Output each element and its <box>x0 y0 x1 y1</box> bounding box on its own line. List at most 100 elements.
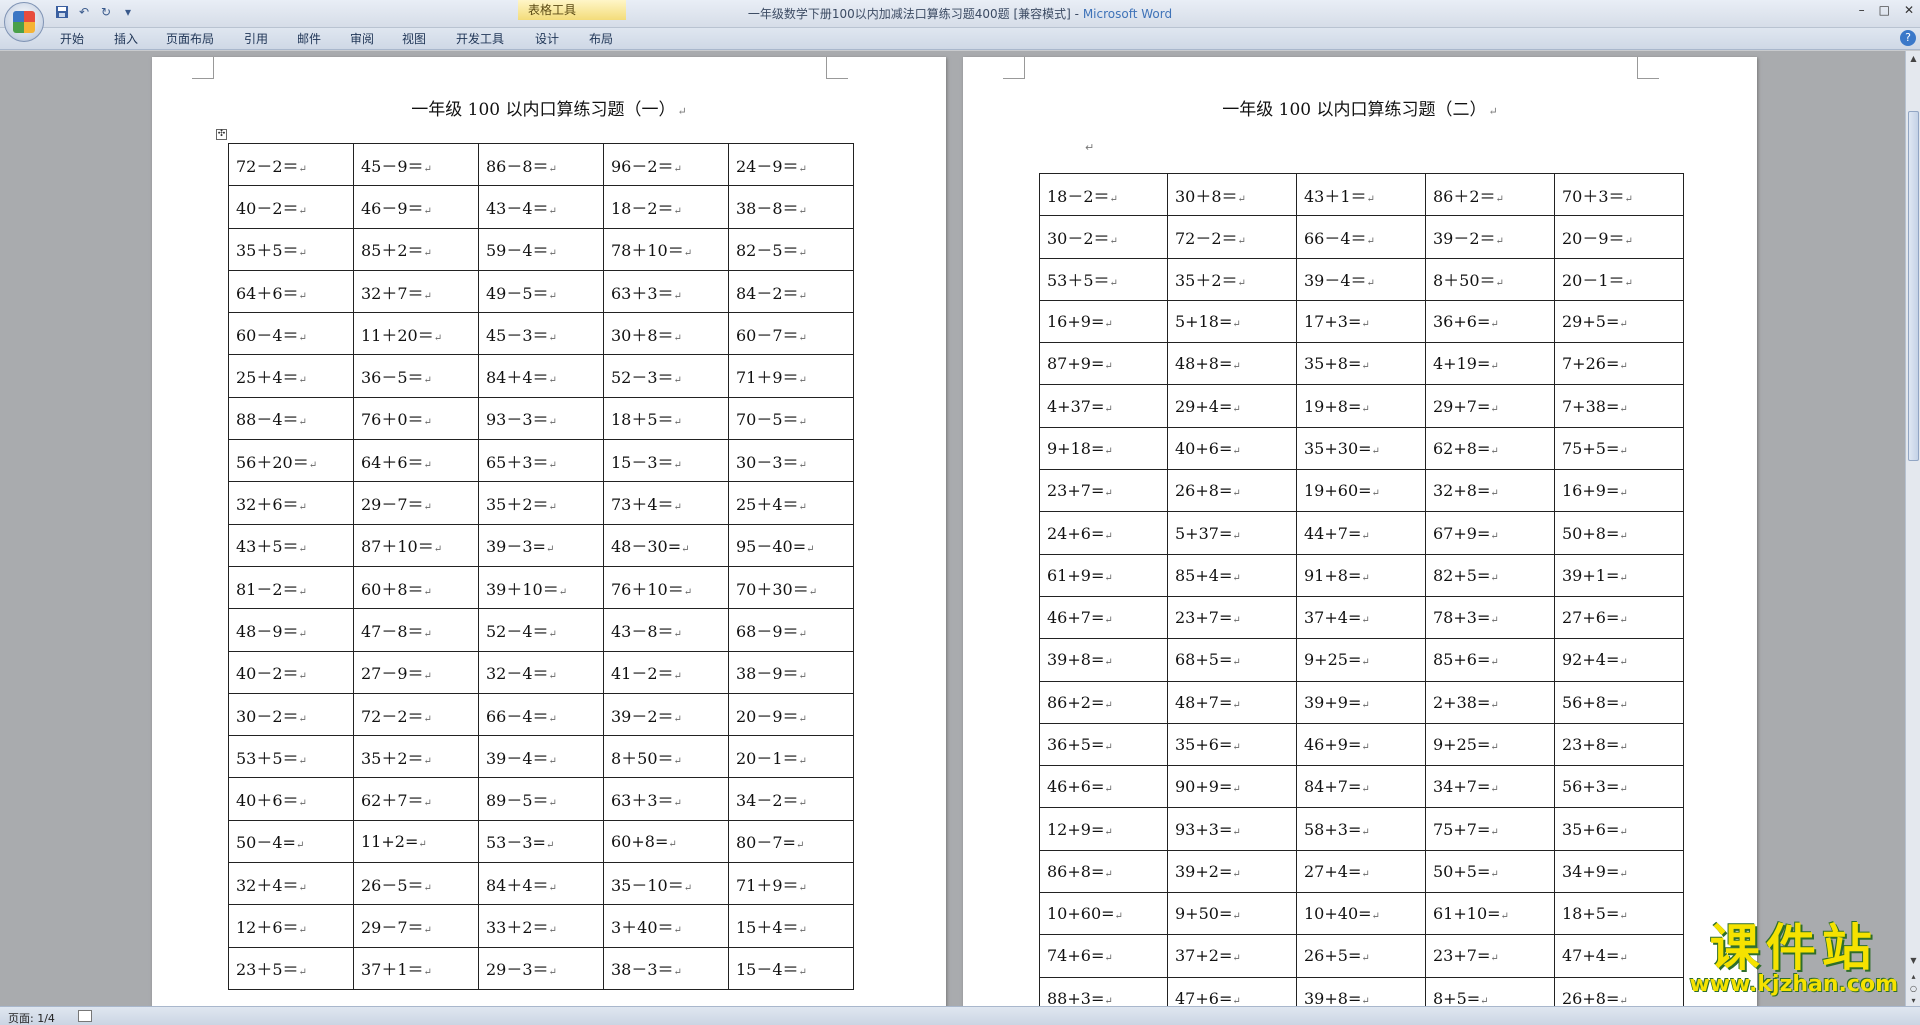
table-cell[interactable]: 29－7＝↵ <box>353 904 479 948</box>
table-cell[interactable]: 86＋2＝↵ <box>1425 172 1555 217</box>
table-cell[interactable]: 66－4＝↵ <box>1296 215 1426 259</box>
office-button[interactable] <box>4 2 44 42</box>
tab-design[interactable]: 设计 <box>535 30 559 48</box>
table-cell[interactable]: 23+7=↵ <box>1425 934 1555 978</box>
table-cell[interactable]: 52－3＝↵ <box>603 354 729 398</box>
table-cell[interactable]: 37+2=↵ <box>1167 934 1297 978</box>
table-cell[interactable]: 56＋20＝↵ <box>228 439 354 483</box>
table-cell[interactable]: 4+37=↵ <box>1039 384 1168 428</box>
table-cell[interactable]: 86+8=↵ <box>1039 849 1168 894</box>
browse-object-icon[interactable]: ○ <box>1908 983 1919 994</box>
table-cell[interactable]: 35+30=↵ <box>1296 426 1426 471</box>
table-cell[interactable]: 33＋2＝↵ <box>478 904 604 948</box>
tab-home[interactable]: 开始 <box>60 30 84 48</box>
table-cell[interactable]: 29+4=↵ <box>1167 384 1297 428</box>
table-cell[interactable]: 8+5=↵ <box>1425 976 1555 1006</box>
table-cell[interactable]: 48－30=↵ <box>603 523 729 567</box>
table-cell[interactable]: 39+8=↵ <box>1296 976 1426 1006</box>
table-cell[interactable]: 45－9＝↵ <box>353 142 479 187</box>
table-cell[interactable]: 84＋4＝↵ <box>478 354 604 398</box>
table-cell[interactable]: 27+4=↵ <box>1296 849 1426 894</box>
table-cell[interactable]: 37+4=↵ <box>1296 595 1426 640</box>
table-cell[interactable]: 65＋3＝↵ <box>478 439 604 483</box>
table-cell[interactable]: 47+6=↵ <box>1167 976 1297 1006</box>
table-cell[interactable]: 27+6=↵ <box>1554 595 1684 640</box>
table-cell[interactable]: 85＋2＝↵ <box>353 227 479 271</box>
tab-mailings[interactable]: 邮件 <box>297 30 321 48</box>
table-cell[interactable]: 48+8=↵ <box>1167 342 1297 386</box>
table-cell[interactable]: 12+9=↵ <box>1039 807 1168 851</box>
table-cell[interactable]: 84＋4＝↵ <box>478 862 604 906</box>
tab-view[interactable]: 视图 <box>402 30 426 48</box>
table-cell[interactable]: 56+3=↵ <box>1554 765 1684 809</box>
document-area[interactable]: 一年级 100 以内口算练习题（一） ↵ ✣ 72－2＝↵ 45－9＝↵ 86－8＝↵… <box>0 51 1905 1006</box>
table-cell[interactable]: 38－8＝↵ <box>728 185 854 229</box>
table-cell[interactable]: 53－3=↵ <box>478 819 604 864</box>
table-cell[interactable]: 43－8＝↵ <box>603 608 729 652</box>
table-cell[interactable]: 40+6=↵ <box>1167 426 1297 471</box>
table-cell[interactable]: 43＋1＝↵ <box>1296 172 1426 217</box>
table-cell[interactable]: 72－2＝↵ <box>1167 215 1297 259</box>
table-cell[interactable]: 45－3＝↵ <box>478 312 604 356</box>
table-cell[interactable]: 39+8=↵ <box>1039 638 1168 682</box>
table-cell[interactable]: 29+7=↵ <box>1425 384 1555 428</box>
table-cell[interactable]: 35＋2＝↵ <box>478 481 604 525</box>
table-cell[interactable]: 39+9=↵ <box>1296 680 1426 724</box>
table-cell[interactable]: 39＋10＝↵ <box>478 565 604 610</box>
table-cell[interactable]: 24－9＝↵ <box>728 142 854 187</box>
table-cell[interactable]: 36－5＝↵ <box>353 354 479 398</box>
table-cell[interactable]: 40＋6＝↵ <box>228 777 354 821</box>
table-cell[interactable]: 32+8=↵ <box>1425 469 1555 513</box>
table-cell[interactable]: 4+19=↵ <box>1425 342 1555 386</box>
table-cell[interactable]: 66－4＝↵ <box>478 692 604 737</box>
scroll-down-icon[interactable]: ▼ <box>1908 955 1919 966</box>
table-cell[interactable]: 81－2＝↵ <box>228 565 354 610</box>
table-cell[interactable]: 52－4＝↵ <box>478 608 604 652</box>
table-cell[interactable]: 43＋5＝↵ <box>228 523 354 567</box>
table-cell[interactable]: 29－7＝↵ <box>353 481 479 525</box>
table-cell[interactable]: 72－2＝↵ <box>353 692 479 737</box>
table-cell[interactable]: 3＋40＝↵ <box>603 904 729 948</box>
table-cell[interactable]: 78＋10＝↵ <box>603 227 729 271</box>
table-cell[interactable]: 60－4＝↵ <box>228 312 354 356</box>
table-cell[interactable]: 75+7=↵ <box>1425 807 1555 851</box>
table-cell[interactable]: 40－2＝↵ <box>228 650 354 694</box>
table-cell[interactable]: 39－2＝↵ <box>603 692 729 737</box>
table-cell[interactable]: 39－2＝↵ <box>1425 215 1555 259</box>
table-cell[interactable]: 86+2=↵ <box>1039 680 1168 724</box>
vertical-scrollbar[interactable]: ▲ ▼ ▴ ○ ▾ <box>1905 51 1920 1006</box>
table-cell[interactable]: 93+3=↵ <box>1167 807 1297 851</box>
table-cell[interactable]: 39－4＝↵ <box>478 735 604 779</box>
table-cell[interactable]: 38－9＝↵ <box>728 650 854 694</box>
table-cell[interactable]: 48－9＝↵ <box>228 608 354 652</box>
table-cell[interactable]: 37＋1＝↵ <box>353 946 479 990</box>
table-cell[interactable]: 30＋8＝↵ <box>603 312 729 356</box>
table-cell[interactable]: 46+9=↵ <box>1296 722 1426 767</box>
table-cell[interactable]: 23+8=↵ <box>1554 722 1684 767</box>
table-cell[interactable]: 46+6=↵ <box>1039 765 1168 809</box>
table-cell[interactable]: 82+5=↵ <box>1425 553 1555 597</box>
table-cell[interactable]: 46－9＝↵ <box>353 185 479 229</box>
previous-page-icon[interactable]: ▴ <box>1908 971 1919 982</box>
table-cell[interactable]: 60+8=↵ <box>603 819 729 864</box>
table-cell[interactable]: 29－3＝↵ <box>478 946 604 990</box>
table-cell[interactable]: 29+5=↵ <box>1554 299 1684 344</box>
tab-review[interactable]: 审阅 <box>350 30 374 48</box>
table-cell[interactable]: 25＋4＝↵ <box>228 354 354 398</box>
tab-layout[interactable]: 布局 <box>589 30 613 48</box>
table-cell[interactable]: 75+5=↵ <box>1554 426 1684 471</box>
table-cell[interactable]: 34+7=↵ <box>1425 765 1555 809</box>
table-cell[interactable]: 56+8=↵ <box>1554 680 1684 724</box>
table-cell[interactable]: 70＋30＝↵ <box>728 565 854 610</box>
table-cell[interactable]: 15－3＝↵ <box>603 439 729 483</box>
table-cell[interactable]: 39+2=↵ <box>1167 849 1297 894</box>
table-cell[interactable]: 87＋10＝↵ <box>353 523 479 567</box>
table-cell[interactable]: 17+3=↵ <box>1296 299 1426 344</box>
table-cell[interactable]: 11＋20＝↵ <box>353 312 479 356</box>
table-cell[interactable]: 16+9=↵ <box>1039 299 1168 344</box>
table-cell[interactable]: 93－3＝↵ <box>478 396 604 441</box>
table-cell[interactable]: 10+40=↵ <box>1296 892 1426 936</box>
table-cell[interactable]: 30－3＝↵ <box>728 439 854 483</box>
table-cell[interactable]: 88+3=↵ <box>1039 976 1168 1006</box>
table-cell[interactable]: 39－4＝↵ <box>1296 257 1426 301</box>
